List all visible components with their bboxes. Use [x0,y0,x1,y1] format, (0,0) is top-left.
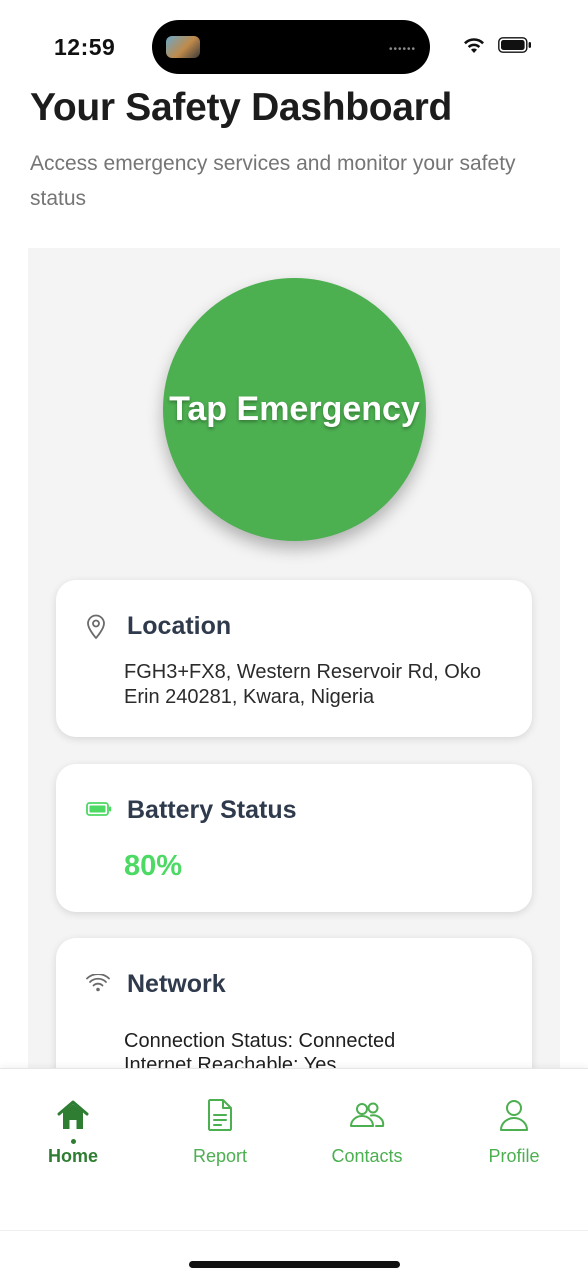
emergency-button[interactable]: Tap Emergency [163,278,426,541]
bottom-tab-bar: Home Report Contacts Profile [0,1068,588,1230]
user-icon [498,1095,530,1135]
tab-label: Profile [488,1146,540,1166]
battery-title: Battery Status [127,796,297,824]
location-card: Location FGH3+FX8, Western Reservoir Rd,… [56,580,532,737]
home-indicator[interactable] [189,1261,400,1268]
tab-profile[interactable]: Profile [454,1095,574,1167]
battery-icon [498,37,532,58]
users-icon [349,1095,385,1135]
document-icon [206,1095,234,1135]
location-title: Location [127,612,232,640]
network-title: Network [127,970,226,998]
status-icons [462,36,532,59]
status-bar: 12:59 •••••• [0,0,588,92]
dynamic-island: •••••• [152,20,430,74]
home-icon [56,1095,90,1135]
page-subtitle: Access emergency services and monitor yo… [30,152,516,210]
emergency-button-label: Tap Emergency [169,390,420,428]
battery-icon [86,802,112,821]
wifi-icon [86,973,110,997]
wifi-icon [462,36,486,59]
island-waveform-icon: •••••• [388,44,416,55]
bottom-safe-area [0,1230,588,1280]
location-address: FGH3+FX8, Western Reservoir Rd, Oko Erin… [124,661,481,708]
tab-label: Contacts [331,1146,403,1166]
tab-label: Home [47,1146,98,1166]
map-pin-icon [86,614,106,645]
connection-status: Connection Status: Connected [124,1030,396,1052]
battery-percentage: 80% [124,850,183,882]
media-thumbnail-icon [166,36,200,58]
tab-contacts[interactable]: Contacts [307,1095,427,1167]
tab-report[interactable]: Report [160,1095,280,1167]
page-title: Your Safety Dashboard [30,86,453,129]
tab-label: Report [192,1146,248,1166]
dashboard-panel: Tap Emergency Location FGH3+FX8, Western… [28,248,560,1138]
tab-home[interactable]: Home [13,1095,133,1167]
status-time: 12:59 [54,34,116,60]
battery-card: Battery Status 80% [56,764,532,912]
active-tab-indicator [70,1139,76,1144]
